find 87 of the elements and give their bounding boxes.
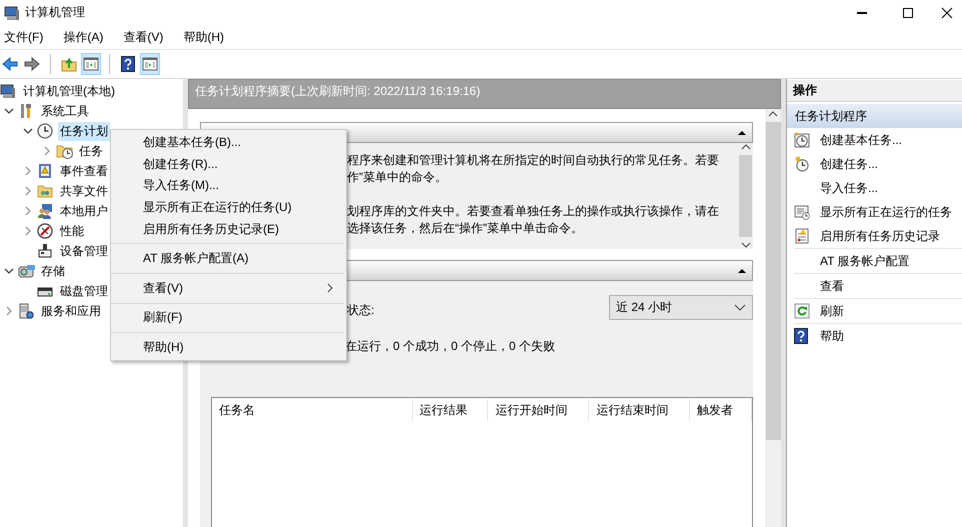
- clock-icon: [37, 123, 53, 139]
- scroll-up-icon: [740, 143, 750, 151]
- tree-item[interactable]: 本地用户: [58, 202, 110, 220]
- menu-item[interactable]: 启用所有任务历史记录(E): [111, 218, 346, 240]
- tree-item[interactable]: 服务和应用: [39, 302, 103, 320]
- column-header[interactable]: 任务名: [212, 399, 413, 421]
- computer-icon: [0, 83, 16, 99]
- actions-title: 操作: [787, 80, 962, 102]
- action-link[interactable]: 刷新: [820, 302, 844, 320]
- action-link[interactable]: AT 服务帐户配置: [820, 252, 910, 270]
- forward-arrow-icon: [24, 56, 40, 72]
- minimize-icon: [856, 12, 868, 14]
- scrollbar[interactable]: [738, 143, 753, 249]
- menu-item[interactable]: 显示所有正在运行的任务(U): [111, 196, 346, 218]
- action-link[interactable]: 导入任务...: [820, 180, 878, 196]
- users-icon: [37, 203, 53, 219]
- tree-item[interactable]: 设备管理: [58, 242, 110, 260]
- tree-item[interactable]: 共享文件: [58, 182, 110, 200]
- refresh-icon: [794, 303, 810, 319]
- maximize-icon: [902, 6, 914, 18]
- column-header[interactable]: 运行结果: [412, 399, 488, 421]
- tree-item[interactable]: 事件查看: [58, 162, 110, 180]
- app-icon: [4, 4, 20, 20]
- column-header[interactable]: 运行开始时间: [488, 399, 590, 421]
- collapse-icon: [738, 130, 746, 136]
- menu-item[interactable]: 创建任务(R)...: [111, 154, 346, 176]
- collapse-icon: [738, 268, 746, 274]
- tree-item[interactable]: 计算机管理(本地): [21, 82, 117, 100]
- calendar-clock-icon: [794, 132, 810, 148]
- clock-icon: [794, 156, 810, 172]
- pane-header: 任务计划程序摘要(上次刷新时间: 2022/11/3 16:19:16): [188, 79, 781, 109]
- window-title: 计算机管理: [25, 4, 86, 21]
- overview-text: 选择该任务，然后在“操作”菜单中单击命令。: [347, 220, 584, 237]
- menu-item[interactable]: 导入任务(M)...: [111, 175, 346, 197]
- folder-up-icon: [61, 56, 77, 72]
- toolbar-button[interactable]: [140, 53, 160, 75]
- tools-icon: [18, 103, 34, 119]
- shared-folder-icon: [37, 183, 53, 199]
- event-log-icon: [37, 163, 53, 179]
- storage-icon: [18, 263, 36, 279]
- overview-text: 程序来创建和管理计算机将在所指定的时间自动执行的常见任务。若要: [347, 152, 720, 169]
- scrollbar[interactable]: [765, 109, 781, 527]
- action-link[interactable]: 查看: [820, 278, 844, 294]
- time-range-dropdown[interactable]: 近 24 小时: [609, 295, 753, 320]
- folder-clock-icon: [56, 143, 74, 159]
- menu-item[interactable]: 查看(V): [119, 28, 170, 46]
- menu-item[interactable]: 查看(V): [111, 278, 346, 300]
- help-icon: [794, 328, 808, 344]
- action-link[interactable]: 帮助: [820, 328, 844, 344]
- scroll-down-icon: [740, 241, 750, 249]
- close-icon: [940, 6, 952, 18]
- scroll-up-icon: [768, 109, 778, 119]
- column-header[interactable]: 触发者: [690, 399, 752, 421]
- status-label: 状态:: [347, 302, 374, 319]
- menu-item[interactable]: 创建基本任务(B)...: [111, 132, 346, 154]
- tree-item[interactable]: 任务: [77, 142, 105, 160]
- pane-icon: [83, 56, 99, 72]
- toolbar-button[interactable]: [81, 53, 101, 75]
- tree-item[interactable]: 存储: [39, 262, 67, 280]
- pane-icon: [142, 56, 158, 72]
- action-link[interactable]: 创建任务...: [820, 156, 878, 172]
- menu-item[interactable]: 刷新(F): [111, 307, 346, 329]
- services-icon: [18, 303, 34, 319]
- tree-item[interactable]: 磁盘管理: [58, 282, 110, 300]
- overview-text: 划程序库的文件夹中。若要查看单独任务上的操作或执行该操作，请在: [347, 203, 720, 220]
- overview-text: 作”菜单中的命令。: [347, 169, 448, 186]
- column-header[interactable]: 运行结束时间: [589, 399, 690, 421]
- help-button[interactable]: [118, 53, 138, 75]
- action-link[interactable]: 显示所有正在运行的任务: [820, 204, 952, 220]
- gauge-icon: [37, 223, 53, 239]
- tree-item[interactable]: 任务计划: [58, 122, 110, 140]
- menu-item[interactable]: 帮助(H): [111, 336, 346, 358]
- action-link[interactable]: 创建基本任务...: [820, 132, 902, 148]
- actions-group-header[interactable]: 任务计划程序: [787, 104, 962, 128]
- back-arrow-icon: [2, 56, 18, 72]
- list-clock-icon: [794, 204, 810, 220]
- action-link[interactable]: 启用所有任务历史记录: [820, 228, 940, 244]
- menu-item[interactable]: 操作(A): [59, 28, 110, 46]
- menu-item[interactable]: 帮助(H): [179, 28, 230, 46]
- tree-item[interactable]: 系统工具: [39, 102, 91, 120]
- menu-item[interactable]: 文件(F): [0, 28, 50, 46]
- log-icon: [794, 228, 810, 244]
- menu-item[interactable]: AT 服务帐户配置(A): [111, 248, 346, 270]
- tree-item[interactable]: 性能: [58, 222, 86, 240]
- chevron-down-icon: [734, 304, 746, 312]
- help-icon: [120, 56, 136, 72]
- device-icon: [37, 243, 53, 259]
